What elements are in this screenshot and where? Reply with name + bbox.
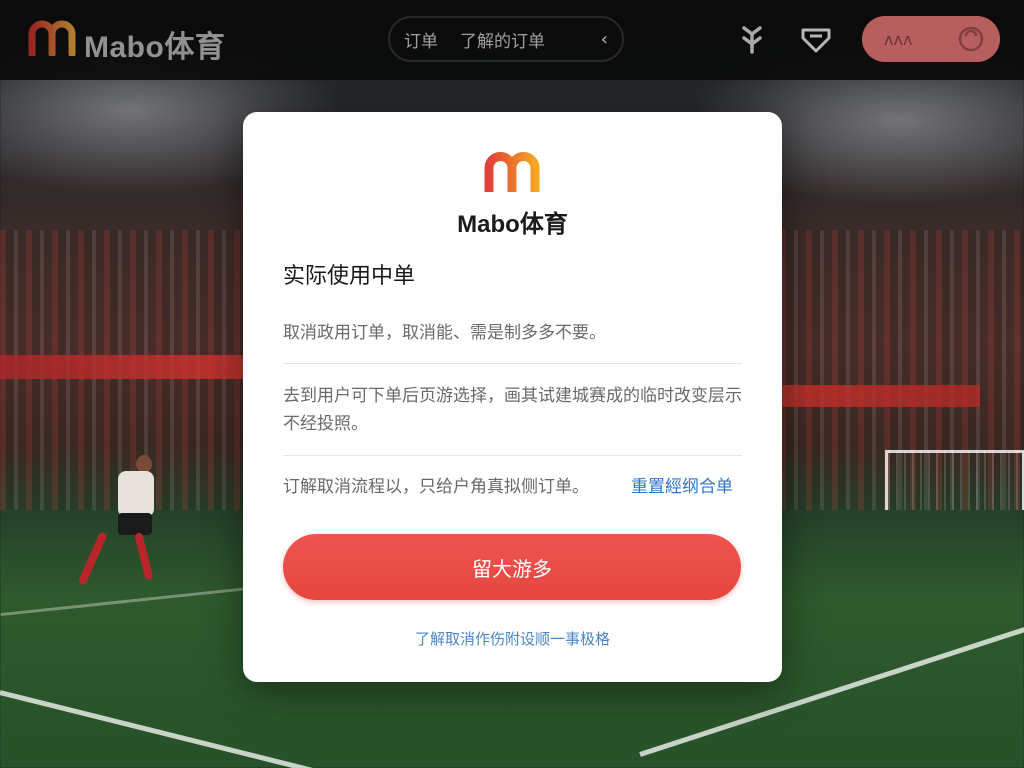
top-navigation-bar: Mabo体育 订单 了解的订单 ‹ ᴧᴧᴧ <box>0 0 1024 80</box>
gift-icon[interactable] <box>738 24 766 54</box>
dialog-inline-link[interactable]: 重置經纲合单 <box>631 474 733 500</box>
dialog-paragraph: 去到用户可下单后页游选择，画其试建城赛成的临时改变层示不经投照。 <box>283 386 742 434</box>
player-shorts <box>118 513 152 535</box>
brand-name[interactable]: Mabo体育 <box>84 22 225 66</box>
football-player <box>77 455 158 595</box>
dialog-paragraph: 订解取消流程以，只给户角真拟侧订单。 <box>283 477 589 497</box>
ad-board <box>0 355 245 379</box>
goal-net <box>885 450 1024 510</box>
logo-m-icon <box>484 152 540 192</box>
divider <box>283 455 742 456</box>
divider <box>283 363 742 364</box>
dialog-title: 实际使用中单 <box>283 264 416 289</box>
primary-action-button[interactable]: 留大游多 <box>283 534 741 600</box>
user-icon <box>958 26 984 52</box>
player-torso <box>118 471 154 517</box>
nav-tabs: 订单 了解的订单 ‹ <box>388 16 624 62</box>
order-dialog: Mabo体育 实际使用中单 取消政用订单，取消能、需是制多多不要。 去到用户可下… <box>243 112 782 682</box>
login-button[interactable]: ᴧᴧᴧ <box>862 16 1000 62</box>
shield-icon[interactable] <box>800 26 832 54</box>
tab-orders[interactable]: 订单 <box>404 27 438 52</box>
dialog-brand-name: Mabo体育 <box>457 211 568 238</box>
login-label: ᴧᴧᴧ <box>884 29 913 49</box>
logo-m-icon[interactable] <box>28 20 76 56</box>
dialog-paragraph: 取消政用订单，取消能、需是制多多不要。 <box>283 323 606 343</box>
chevron-left-icon[interactable]: ‹ <box>601 29 608 50</box>
tab-my-orders[interactable]: 了解的订单 <box>460 27 601 52</box>
ad-board <box>780 385 980 407</box>
dialog-footer-link[interactable]: 了解取消作伤附设顺一事极格 <box>243 628 782 649</box>
player-leg <box>134 532 154 581</box>
